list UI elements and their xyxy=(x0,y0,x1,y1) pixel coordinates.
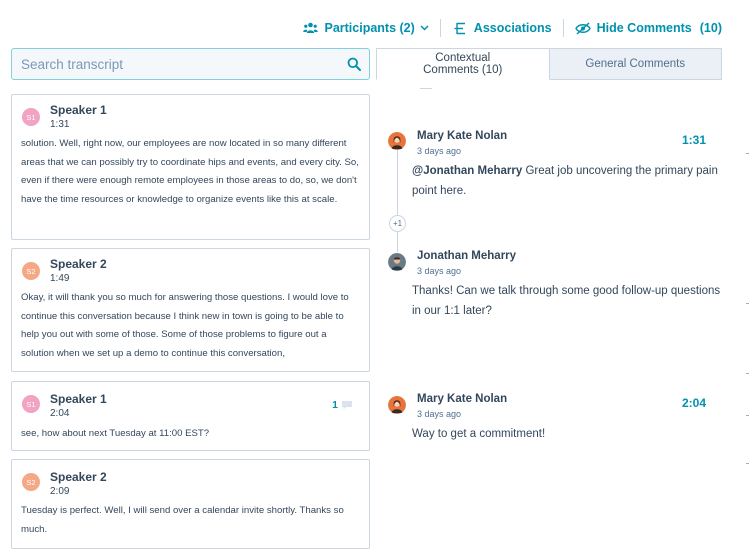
entry-text: Tuesday is perfect. Well, I will send ov… xyxy=(21,505,344,535)
comment-author: Mary Kate Nolan xyxy=(417,393,508,405)
transcript-entry[interactable]: S2 Speaker 2 2:09 Tuesday is perfect. We… xyxy=(11,459,370,549)
chevron-down-icon xyxy=(420,25,429,31)
comment-timestamp-link[interactable]: 2:04 xyxy=(682,396,706,410)
comment-count-button[interactable]: 1 xyxy=(332,399,353,411)
entry-timestamp: 2:04 xyxy=(50,408,70,419)
associations-label: Associations xyxy=(473,21,552,35)
speaker-avatar: S2 xyxy=(22,262,40,280)
transcript-entry[interactable]: S1 Speaker 1 1:31 solution. Well, right … xyxy=(11,94,370,240)
transcript-entry[interactable]: S2 Speaker 2 1:49 Okay, it will thank yo… xyxy=(11,248,370,372)
toolbar-divider xyxy=(439,19,441,37)
scroll-marker xyxy=(746,303,749,304)
comment-text: @Jonathan Meharry Great job uncovering t… xyxy=(412,162,724,201)
comment-tabs: Contextual Comments (10) General Comment… xyxy=(376,48,722,80)
speaker-name: Speaker 2 xyxy=(50,257,107,271)
comment-text: Thanks! Can we talk through some good fo… xyxy=(412,285,721,317)
scroll-marker xyxy=(746,463,749,464)
thread-connector xyxy=(397,232,398,252)
comment-author: Jonathan Meharry xyxy=(417,250,517,262)
toolbar: Participants (2) Associations Hide Comme… xyxy=(302,16,722,40)
scroll-marker xyxy=(746,373,749,374)
speaker-avatar: S1 xyxy=(22,108,40,126)
search-box xyxy=(11,48,370,80)
comment-text: Way to get a commitment! xyxy=(412,428,546,440)
tab-general-comments[interactable]: General Comments xyxy=(549,48,722,80)
people-icon xyxy=(302,20,318,36)
avatar xyxy=(388,396,406,414)
divider xyxy=(420,88,432,89)
speaker-avatar: S1 xyxy=(22,395,40,413)
hide-comments-count: (10) xyxy=(699,21,722,35)
associations-icon xyxy=(452,20,468,36)
entry-timestamp: 1:31 xyxy=(50,119,70,130)
speaker-avatar: S2 xyxy=(22,473,40,491)
participants-label: Participants (2) xyxy=(324,21,415,35)
search-input[interactable] xyxy=(12,49,339,79)
scroll-marker xyxy=(746,153,749,154)
speaker-name: Speaker 1 xyxy=(50,392,107,406)
entry-text: Okay, it will thank you so much for answ… xyxy=(21,292,349,359)
eye-slash-icon xyxy=(574,20,591,36)
comment-date: 3 days ago xyxy=(417,409,462,419)
speaker-name: Speaker 2 xyxy=(50,470,107,484)
tab-label: General Comments xyxy=(585,58,686,70)
toolbar-divider xyxy=(562,19,564,37)
thread-connector xyxy=(397,150,398,216)
comment-author: Mary Kate Nolan xyxy=(417,130,508,142)
transcript-entry[interactable]: S1 Speaker 1 2:04 1 see, how about next … xyxy=(11,381,370,451)
tab-contextual-comments[interactable]: Contextual Comments (10) xyxy=(376,48,550,80)
entry-timestamp: 2:09 xyxy=(50,486,70,497)
comment-timestamp-link[interactable]: 1:31 xyxy=(682,133,706,147)
associations-button[interactable]: Associations xyxy=(452,20,552,36)
entry-text: see, how about next Tuesday at 11:00 EST… xyxy=(21,428,210,439)
participants-button[interactable]: Participants (2) xyxy=(302,20,429,36)
speaker-name: Speaker 1 xyxy=(50,103,107,117)
search-icon[interactable] xyxy=(339,57,369,71)
avatar xyxy=(388,253,406,271)
more-replies-button[interactable]: +1 xyxy=(389,215,406,232)
comment-date: 3 days ago xyxy=(417,266,462,276)
hide-comments-button[interactable]: Hide Comments (10) xyxy=(574,20,722,36)
tab-label: Contextual Comments (10) xyxy=(423,52,503,76)
scroll-marker xyxy=(746,415,749,416)
comment-date: 3 days ago xyxy=(417,146,462,156)
mention[interactable]: @Jonathan Meharry xyxy=(412,165,522,177)
comment-bubble-icon xyxy=(341,400,353,410)
avatar xyxy=(388,132,406,150)
hide-comments-label: Hide Comments xyxy=(596,21,692,35)
entry-timestamp: 1:49 xyxy=(50,273,70,284)
comment-count: 1 xyxy=(332,399,338,411)
entry-text: solution. Well, right now, our employees… xyxy=(21,138,359,205)
